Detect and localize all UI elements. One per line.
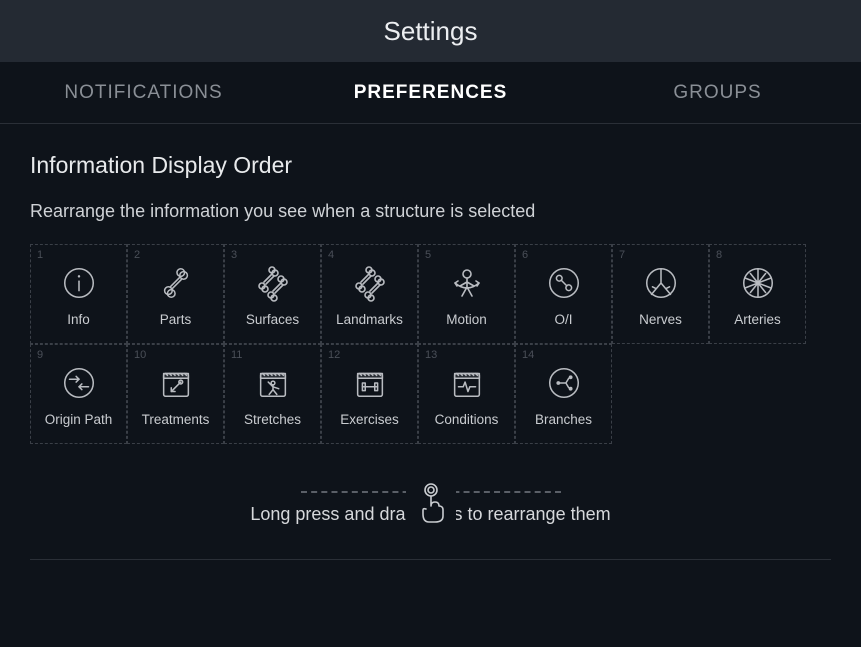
tile-label: Surfaces (246, 312, 299, 327)
tab-notifications[interactable]: NOTIFICATIONS (0, 82, 287, 104)
arteries-icon (737, 262, 779, 304)
branches-icon (543, 362, 585, 404)
tile-number: 2 (134, 249, 140, 261)
tile-number: 12 (328, 349, 340, 361)
tile-landmarks[interactable]: 4 Landmarks (321, 244, 418, 344)
tab-preferences[interactable]: PREFERENCES (287, 82, 574, 104)
tile-arteries[interactable]: 8 Arteries (709, 244, 806, 344)
info-icon (58, 262, 100, 304)
tile-number: 14 (522, 349, 534, 361)
tile-origin-path[interactable]: 9 Origin Path (30, 344, 127, 444)
tile-info[interactable]: 1 Info (30, 244, 127, 344)
tab-groups[interactable]: GROUPS (574, 82, 861, 104)
tile-label: Nerves (639, 312, 682, 327)
tile-grid: 1 Info 2 Parts 3 Surfaces 4 Landmarks 5 Motion 6 O/… (30, 244, 831, 444)
tile-label: Branches (535, 412, 592, 427)
treatments-icon (155, 362, 197, 404)
motion-icon (446, 262, 488, 304)
tile-stretches[interactable]: 11 Stretches (224, 344, 321, 444)
tile-number: 11 (231, 349, 242, 361)
page-title: Settings (384, 16, 478, 47)
tile-label: Conditions (435, 412, 499, 427)
tab-bar: NOTIFICATIONS PREFERENCES GROUPS (0, 62, 861, 124)
tile-number: 6 (522, 249, 528, 261)
tile-label: O/I (554, 312, 572, 327)
tile-motion[interactable]: 5 Motion (418, 244, 515, 344)
tile-label: Motion (446, 312, 487, 327)
tile-number: 1 (37, 249, 43, 261)
tile-nerves[interactable]: 7 Nerves (612, 244, 709, 344)
bone-icon (155, 262, 197, 304)
bottom-divider (30, 559, 831, 560)
tile-label: Stretches (244, 412, 301, 427)
tile-label: Origin Path (45, 412, 113, 427)
tile-label: Arteries (734, 312, 781, 327)
tile-exercises[interactable]: 12 Exercises (321, 344, 418, 444)
tile-number: 4 (328, 249, 334, 261)
tile-label: Exercises (340, 412, 399, 427)
content: Information Display Order Rearrange the … (0, 124, 861, 525)
tile-surfaces[interactable]: 3 Surfaces (224, 244, 321, 344)
tile-label: Landmarks (336, 312, 403, 327)
exercises-icon (349, 362, 391, 404)
tile-number: 5 (425, 249, 431, 261)
tile-o-i[interactable]: 6 O/I (515, 244, 612, 344)
hint-block: Long press and drag icons to rearrange t… (30, 490, 831, 525)
dashed-line (301, 490, 561, 492)
tile-number: 8 (716, 249, 722, 261)
tile-label: Parts (160, 312, 192, 327)
section-title: Information Display Order (30, 152, 831, 179)
origin-insertion-icon (543, 262, 585, 304)
tile-conditions[interactable]: 13 Conditions (418, 344, 515, 444)
tile-number: 9 (37, 349, 43, 361)
nerves-icon (640, 262, 682, 304)
tile-number: 7 (619, 249, 625, 261)
origin-path-icon (58, 362, 100, 404)
tile-parts[interactable]: 2 Parts (127, 244, 224, 344)
tile-number: 13 (425, 349, 437, 361)
tile-branches[interactable]: 14 Branches (515, 344, 612, 444)
bones-icon (252, 262, 294, 304)
conditions-icon (446, 362, 488, 404)
tile-label: Info (67, 312, 90, 327)
bones-icon (349, 262, 391, 304)
stretches-icon (252, 362, 294, 404)
tile-label: Treatments (142, 412, 210, 427)
touch-drag-icon (406, 477, 456, 527)
tile-treatments[interactable]: 10 Treatments (127, 344, 224, 444)
section-subtitle: Rearrange the information you see when a… (30, 201, 831, 222)
tile-number: 10 (134, 349, 146, 361)
title-bar: Settings (0, 0, 861, 62)
tile-number: 3 (231, 249, 237, 261)
